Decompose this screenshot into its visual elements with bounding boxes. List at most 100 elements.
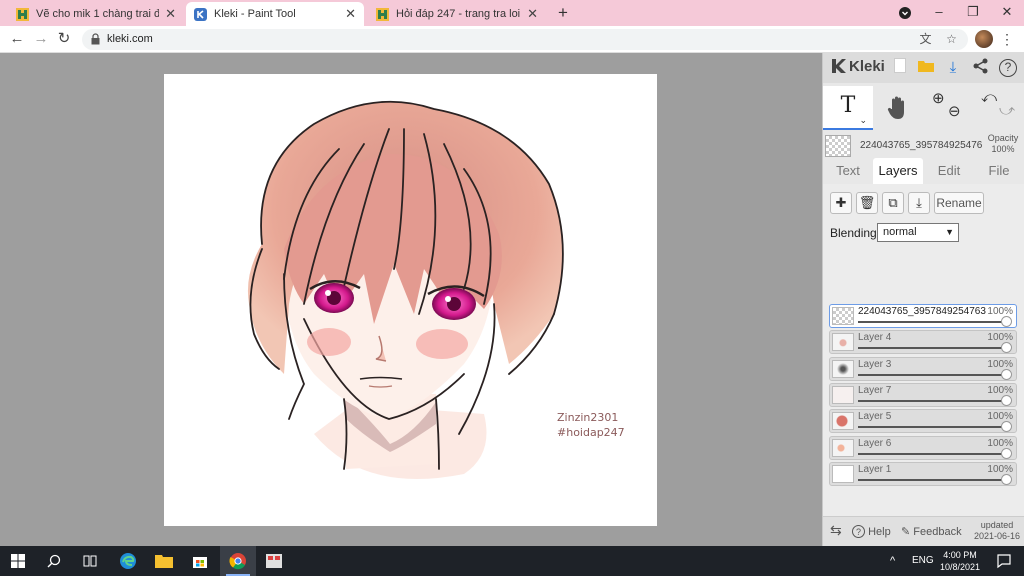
redo-icon[interactable]: ⤻ bbox=[999, 102, 1015, 119]
close-tab-icon[interactable]: ✕ bbox=[345, 6, 356, 22]
browser-menu-icon[interactable]: ⋮ bbox=[1000, 30, 1014, 48]
swap-side-icon[interactable]: ⇆ bbox=[830, 522, 842, 539]
layer-opacity-handle[interactable] bbox=[1001, 316, 1012, 327]
layer-opacity-slider-fill bbox=[858, 374, 1004, 376]
close-tab-icon[interactable]: ✕ bbox=[165, 6, 176, 22]
edge-icon[interactable] bbox=[110, 546, 146, 576]
merge-layer-button[interactable]: ⤓ bbox=[908, 192, 930, 214]
layer-opacity: 100% bbox=[987, 306, 1013, 317]
updated-info[interactable]: updated 2021-06-16 bbox=[973, 520, 1021, 542]
layer-opacity-handle[interactable] bbox=[1001, 342, 1012, 353]
layer-opacity-slider[interactable] bbox=[858, 479, 1004, 481]
new-tab-button[interactable]: + bbox=[553, 3, 573, 23]
rename-layer-button[interactable]: Rename bbox=[934, 192, 984, 214]
layer-opacity-slider-fill bbox=[858, 453, 1004, 455]
lock-icon bbox=[91, 33, 100, 45]
feedback-link[interactable]: ✎ Feedback bbox=[901, 525, 962, 538]
help-link[interactable]: ? Help bbox=[852, 525, 891, 538]
layer-opacity-slider[interactable] bbox=[858, 426, 1004, 428]
layer-opacity-handle[interactable] bbox=[1001, 474, 1012, 485]
tab-search-icon[interactable] bbox=[888, 0, 922, 26]
profile-avatar[interactable] bbox=[975, 30, 993, 48]
tab-title: Hỏi đáp 247 - trang tra loi bbox=[396, 8, 521, 20]
minimize-icon[interactable]: – bbox=[922, 0, 956, 26]
delete-layer-button[interactable]: 🗑 bbox=[856, 192, 878, 214]
layer-opacity-slider[interactable] bbox=[858, 374, 1004, 376]
snipping-tool-icon[interactable] bbox=[256, 546, 292, 576]
layer-row[interactable]: Layer 4 100% bbox=[829, 330, 1017, 354]
file-explorer-icon[interactable] bbox=[146, 546, 182, 576]
drawing-workspace[interactable]: Zinzin2301 #hoidap247 bbox=[0, 53, 822, 546]
layer-row[interactable]: Layer 7 100% bbox=[829, 383, 1017, 407]
help-icon[interactable]: ? bbox=[999, 59, 1017, 77]
store-icon[interactable] bbox=[182, 546, 218, 576]
tab-edit[interactable]: Edit bbox=[924, 158, 974, 184]
panel-tabs: Text Layers Edit File bbox=[823, 158, 1024, 184]
zoom-buttons: ⊕ ⊖ bbox=[928, 86, 968, 130]
chrome-icon[interactable] bbox=[220, 546, 256, 576]
kleki-logo-text: Kleki bbox=[849, 57, 885, 75]
text-tool-button[interactable]: T ⌄ bbox=[823, 86, 873, 130]
hand-tool-button[interactable] bbox=[873, 86, 923, 130]
layer-opacity-slider-fill bbox=[858, 347, 1004, 349]
browser-tab-hoidap-home[interactable]: Hỏi đáp 247 - trang tra loi ✕ bbox=[368, 2, 546, 26]
url-text: kleki.com bbox=[107, 33, 153, 45]
zoom-in-icon[interactable]: ⊕ bbox=[932, 89, 945, 107]
task-view-icon[interactable] bbox=[72, 546, 108, 576]
bookmark-star-icon[interactable]: ☆ bbox=[944, 32, 959, 47]
open-folder-icon[interactable] bbox=[916, 58, 936, 78]
chevron-down-icon[interactable]: ⌄ bbox=[859, 115, 867, 126]
close-window-icon[interactable]: ✕ bbox=[990, 0, 1024, 26]
layer-opacity-slider-fill bbox=[858, 400, 1004, 402]
layer-opacity-handle[interactable] bbox=[1001, 421, 1012, 432]
restore-icon[interactable]: ❐ bbox=[956, 0, 990, 26]
layer-row[interactable]: Layer 1 100% bbox=[829, 462, 1017, 486]
layer-row[interactable]: 224043765_3957849254763 100% bbox=[829, 304, 1017, 328]
layer-opacity-slider[interactable] bbox=[858, 321, 1004, 323]
search-icon[interactable] bbox=[36, 546, 72, 576]
system-clock[interactable]: 4:00 PM 10/8/2021 bbox=[936, 549, 984, 573]
download-icon[interactable]: ⤓ bbox=[943, 58, 963, 78]
layer-opacity-handle[interactable] bbox=[1001, 448, 1012, 459]
tab-text[interactable]: Text bbox=[823, 158, 873, 184]
layer-opacity-slider[interactable] bbox=[858, 400, 1004, 402]
tab-file[interactable]: File bbox=[974, 158, 1024, 184]
back-icon[interactable]: ← bbox=[8, 30, 26, 48]
panel-footer: ⇆ ? Help ✎ Feedback updated 2021-06-16 bbox=[823, 516, 1024, 546]
start-button[interactable] bbox=[0, 546, 36, 576]
layer-row[interactable]: Layer 3 100% bbox=[829, 357, 1017, 381]
layer-row[interactable]: Layer 5 100% bbox=[829, 409, 1017, 433]
language-indicator[interactable]: ENG bbox=[912, 546, 934, 576]
browser-tab-hoidap-question[interactable]: Vẽ cho mik 1 chàng trai đeo kính ✕ bbox=[8, 2, 184, 26]
windows-taskbar: ^ ENG 4:00 PM 10/8/2021 bbox=[0, 546, 1024, 576]
blending-mode-select[interactable]: normal ▼ bbox=[877, 223, 959, 242]
layer-opacity-slider[interactable] bbox=[858, 347, 1004, 349]
zoom-out-icon[interactable]: ⊖ bbox=[948, 102, 961, 120]
share-icon[interactable] bbox=[971, 58, 991, 78]
tray-chevron-up-icon[interactable]: ^ bbox=[890, 546, 895, 576]
kleki-header: Kleki ⤓ ? bbox=[823, 53, 1024, 83]
translate-icon[interactable]: 文 bbox=[918, 32, 933, 47]
new-image-icon[interactable] bbox=[890, 58, 910, 78]
undo-icon[interactable]: ⤺ bbox=[981, 89, 997, 106]
kleki-logo[interactable]: Kleki bbox=[829, 57, 885, 75]
layer-opacity-slider[interactable] bbox=[858, 453, 1004, 455]
layer-opacity: 100% bbox=[987, 332, 1013, 343]
forward-icon[interactable]: → bbox=[32, 30, 50, 48]
close-tab-icon[interactable]: ✕ bbox=[527, 6, 538, 22]
address-bar[interactable]: kleki.com 文 ☆ bbox=[82, 29, 968, 50]
notifications-icon[interactable] bbox=[996, 553, 1012, 569]
reload-icon[interactable]: ↻ bbox=[55, 30, 73, 48]
drawing-canvas[interactable]: Zinzin2301 #hoidap247 bbox=[164, 74, 657, 526]
layer-opacity-handle[interactable] bbox=[1001, 369, 1012, 380]
clock-date: 10/8/2021 bbox=[939, 562, 981, 572]
tab-layers[interactable]: Layers bbox=[873, 158, 923, 184]
browser-tab-kleki[interactable]: Kleki - Paint Tool ✕ bbox=[186, 2, 364, 26]
signature-name: Zinzin2301 bbox=[557, 411, 619, 424]
add-layer-button[interactable]: ✚ bbox=[830, 192, 852, 214]
kleki-logo-icon bbox=[832, 59, 846, 73]
layer-row[interactable]: Layer 6 100% bbox=[829, 436, 1017, 460]
layer-opacity-handle[interactable] bbox=[1001, 395, 1012, 406]
kleki-panel: Kleki ⤓ ? T ⌄ ⊕ ⊖ ⤺ ⤻ 224043765_39578492… bbox=[822, 53, 1024, 546]
duplicate-layer-button[interactable]: ⧉ bbox=[882, 192, 904, 214]
